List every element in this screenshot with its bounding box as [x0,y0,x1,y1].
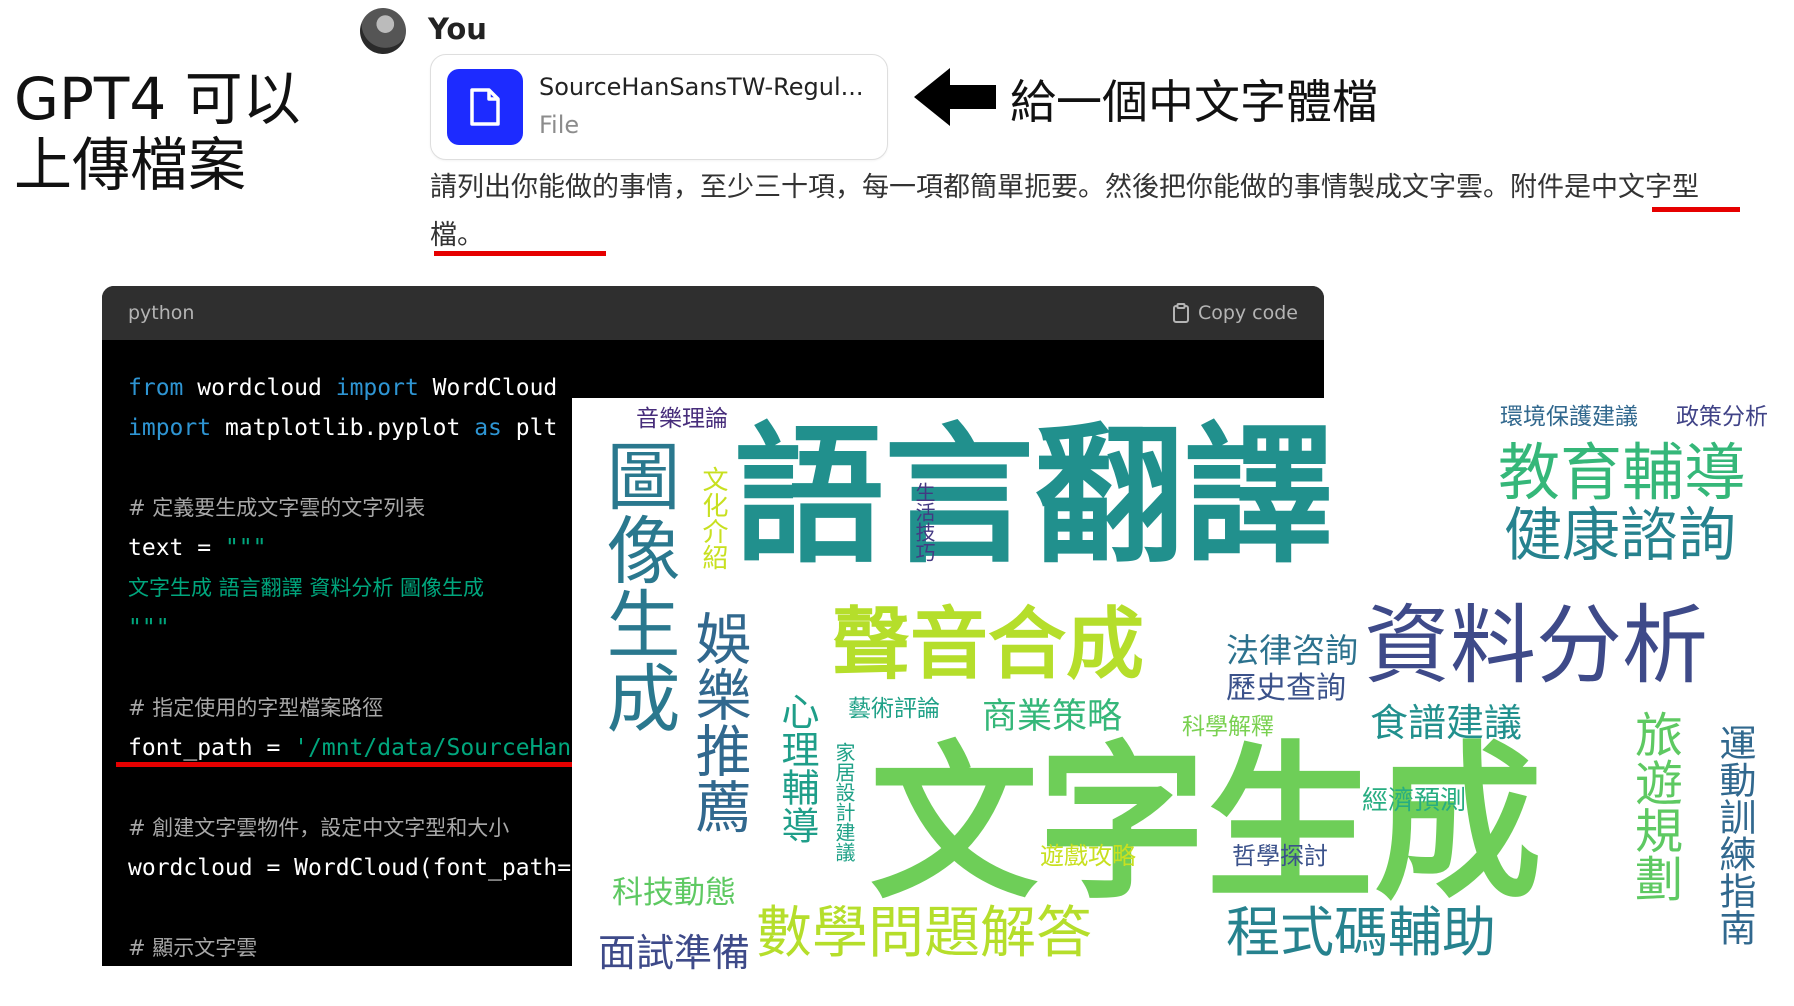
clipboard-icon [1172,303,1189,323]
user-name: You [428,12,487,46]
wordcloud-word: 環境保護建議 [1500,404,1638,430]
wordcloud-word: 心理輔導 [775,692,819,844]
slide-title: GPT4 可以 上傳檔案 [14,66,301,198]
file-type: File [539,111,580,139]
slide-title-line-2: 上傳檔案 [14,131,247,199]
slide: GPT4 可以 上傳檔案 You SourceHanSansTW-Regul..… [0,0,1794,1006]
wordcloud-image: 語言翻譯 文字生成 圖像生成 資料分析 聲音合成 教育輔導 健康諮詢 娛樂推薦 … [572,398,1794,1006]
wordcloud-word: 教育輔導 [1498,436,1747,509]
wordcloud-word: 科學解釋 [1182,714,1274,740]
wordcloud-word: 商業策略 [982,697,1123,737]
file-icon-container [447,69,523,145]
wordcloud-word: 政策分析 [1676,404,1768,430]
wordcloud-word: 文化介紹 [698,466,728,570]
wordcloud-word: 資料分析 [1364,596,1708,696]
wordcloud-word: 程式碼輔助 [1226,901,1496,964]
underline-attachment-note-1 [1652,207,1740,212]
wordcloud-word: 旅遊規劃 [1626,710,1682,902]
wordcloud-word: 文字生成 [870,726,1542,922]
wordcloud-word: 聲音合成 [832,600,1145,690]
wordcloud-word: 哲學探討 [1232,842,1328,870]
slide-title-line-1: GPT4 可以 [14,65,301,133]
wordcloud-word: 運動訓練指南 [1713,724,1756,946]
copy-code-button[interactable]: Copy code [1172,302,1298,324]
left-arrow-icon [914,68,996,126]
wordcloud-word: 面試準備 [598,931,751,975]
file-name: SourceHanSansTW-Regul... [539,73,864,101]
wordcloud-word: 語言翻譯 [734,410,1335,584]
wordcloud-word: 歷史查詢 [1226,671,1346,706]
wordcloud-word: 食譜建議 [1370,701,1523,745]
file-attachment-card[interactable]: SourceHanSansTW-Regul... File [430,54,888,160]
underline-font-path [116,762,586,767]
wordcloud-word: 數學問題解答 [756,901,1092,966]
copy-code-label: Copy code [1197,302,1298,324]
user-message: 請列出你能做的事情，至少三十項，每一項都簡單扼要。然後把你能做的事情製成文字雲。… [430,172,1699,251]
wordcloud-word: 科技動態 [612,875,736,911]
document-icon [470,88,500,126]
wordcloud-word: 音樂理論 [636,406,728,432]
annotation-text: 給一個中文字體檔 [1010,75,1378,129]
wordcloud-word: 娛樂推薦 [686,610,751,834]
code-header: python Copy code [102,286,1324,340]
wordcloud-word: 藝術評論 [848,696,940,722]
code-language-label: python [128,302,195,324]
user-avatar[interactable] [360,8,406,54]
wordcloud-word: 法律咨詢 [1226,631,1358,670]
wordcloud-word: 家居設計建議 [832,742,856,862]
underline-attachment-note-2 [434,251,606,256]
wordcloud-word: 健康諮詢 [1504,501,1737,569]
wordcloud-word: 生活技巧 [912,482,936,562]
wordcloud-word: 遊戲攻略 [1040,842,1136,870]
wordcloud-word: 圖像生成 [594,438,680,734]
wordcloud-word: 經濟預測 [1362,786,1467,816]
